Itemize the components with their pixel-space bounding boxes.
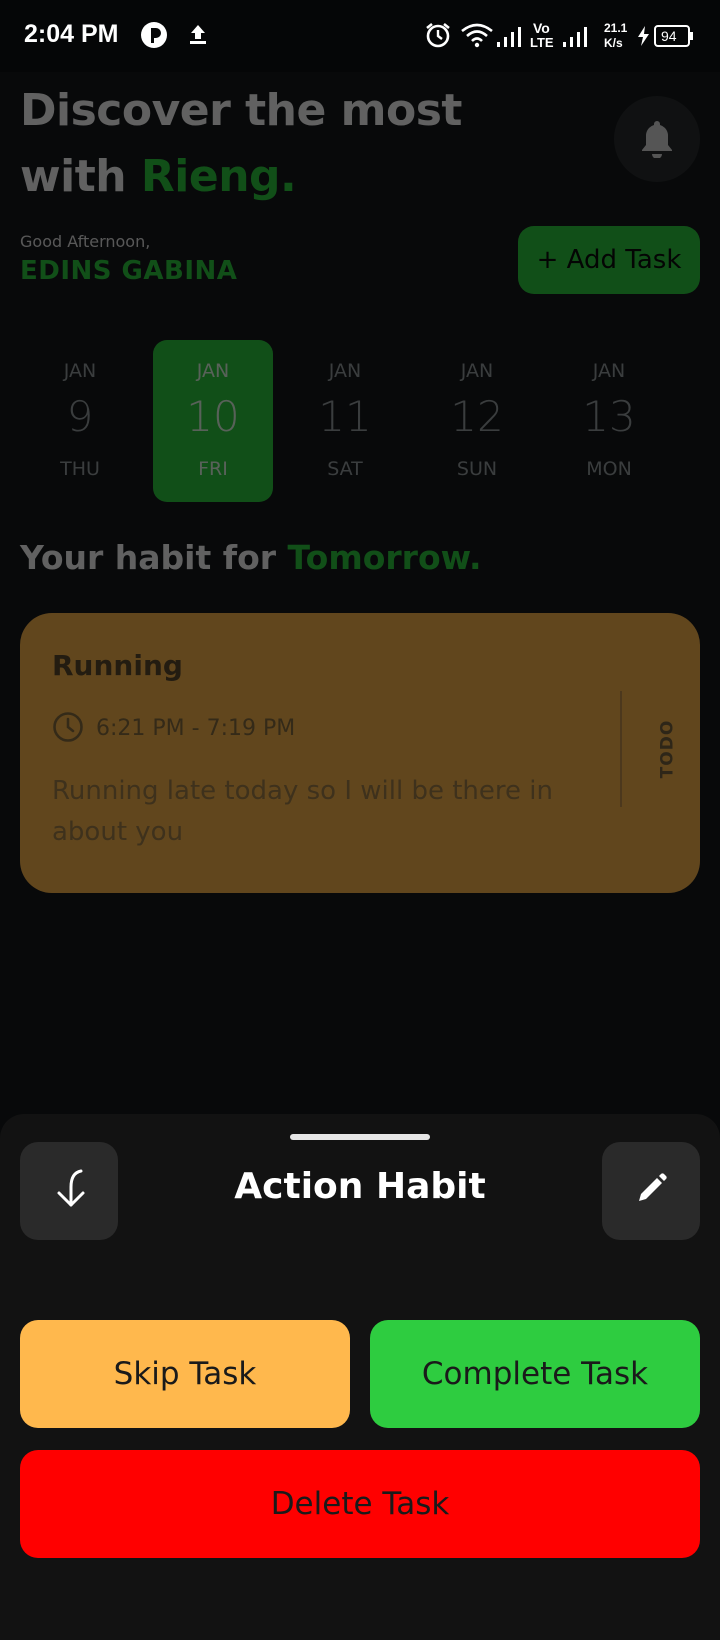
date-item-selected[interactable]: JAN 10 FRI [153, 340, 273, 502]
notification-button[interactable] [614, 96, 700, 182]
edit-button[interactable] [602, 1142, 700, 1240]
date-item[interactable]: JAN 9 THU [20, 340, 140, 502]
headline: Discover the most with Rieng. [20, 78, 462, 210]
date-item[interactable]: JAN 12 SUN [417, 340, 537, 502]
card-divider [620, 691, 622, 807]
headline-line1: Discover the most [20, 85, 462, 136]
complete-task-button[interactable]: Complete Task [370, 1320, 700, 1428]
date-weekday: MON [586, 458, 632, 480]
delete-task-button[interactable]: Delete Task [20, 1450, 700, 1558]
greeting-text: Good Afternoon, [20, 232, 151, 251]
habit-heading-prefix: Your habit for [20, 538, 288, 577]
volte-label-top: Vo [533, 20, 550, 36]
alarm-icon [424, 21, 452, 53]
habit-heading-accent: Tomorrow. [287, 538, 482, 577]
habit-status-label: TODO [657, 719, 678, 779]
date-day: 13 [582, 392, 636, 441]
volte-label-bottom: LTE [530, 35, 554, 50]
clock-icon [52, 711, 84, 747]
habit-card[interactable]: Running 6:21 PM - 7:19 PM Running late t… [20, 613, 700, 893]
status-time: 2:04 PM [24, 20, 119, 48]
date-weekday: FRI [198, 458, 228, 480]
date-month: JAN [196, 360, 230, 382]
date-day: 11 [318, 392, 372, 441]
headline-line2: with Rieng. [20, 144, 462, 210]
habit-description: Running late today so I will be there in… [52, 776, 553, 847]
skip-task-button[interactable]: Skip Task [20, 1320, 350, 1428]
date-selector: JAN 9 THU JAN 10 FRI JAN 11 SAT JAN 12 S… [20, 340, 700, 502]
signal-icon [562, 26, 588, 52]
date-day: 12 [450, 392, 504, 441]
date-month: JAN [63, 360, 97, 382]
wifi-icon [460, 22, 494, 52]
pencil-icon [633, 1171, 669, 1211]
net-speed-value: 21.1 [604, 21, 628, 35]
date-month: JAN [592, 360, 626, 382]
habit-title: Running [52, 649, 183, 682]
date-weekday: SAT [327, 458, 363, 480]
signal-icon [496, 26, 522, 52]
habit-time-range: 6:21 PM - 7:19 PM [96, 716, 296, 741]
upload-icon [186, 22, 210, 50]
status-bar: 2:04 PM Vo LTE 21.1 K/s 94 [0, 0, 720, 72]
action-bottom-sheet: Action Habit Skip Task Complete Task Del… [0, 1114, 720, 1640]
brand-name: Rieng. [140, 151, 297, 202]
battery-level: 94 [661, 28, 677, 44]
app-logo-icon [140, 21, 168, 53]
user-name: EDINS GABINA [20, 256, 238, 286]
bell-icon [639, 118, 675, 162]
date-day: 10 [186, 392, 240, 441]
drag-handle[interactable] [290, 1134, 430, 1140]
add-task-button[interactable]: + Add Task [518, 226, 700, 294]
date-day: 9 [66, 392, 94, 441]
date-item[interactable]: JAN 13 MON [549, 340, 669, 502]
habit-section-heading: Your habit for Tomorrow. [20, 538, 482, 577]
charging-icon [636, 25, 652, 51]
date-item[interactable]: JAN 11 SAT [285, 340, 405, 502]
headline-prefix: with [20, 151, 141, 202]
date-month: JAN [328, 360, 362, 382]
net-speed-unit: K/s [604, 36, 623, 50]
date-weekday: SUN [456, 458, 498, 480]
date-weekday: THU [60, 458, 100, 480]
date-month: JAN [460, 360, 494, 382]
